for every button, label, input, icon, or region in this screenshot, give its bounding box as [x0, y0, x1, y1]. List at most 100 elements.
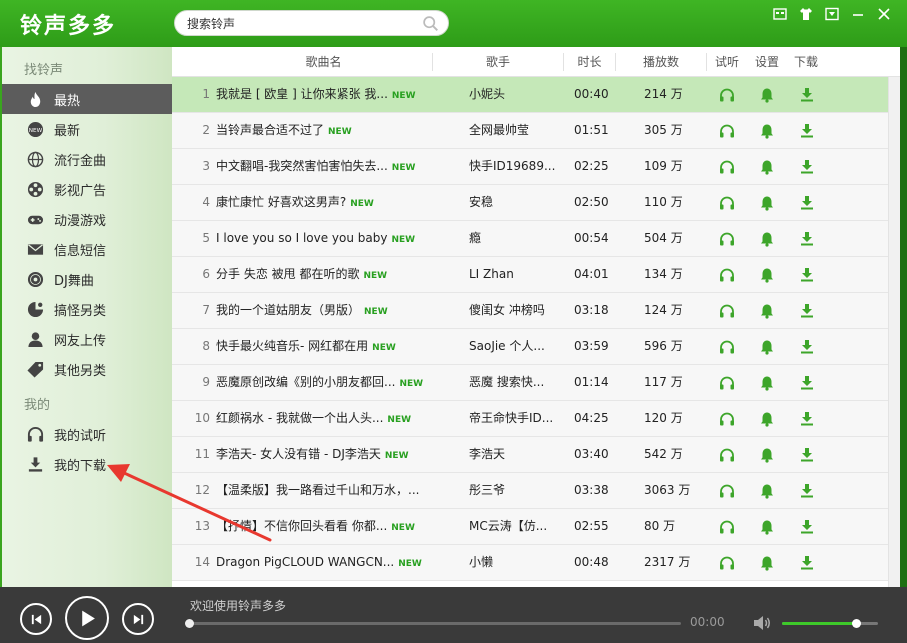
artist-name[interactable]: 小懒: [469, 545, 557, 581]
progress-knob[interactable]: [185, 619, 194, 628]
song-name[interactable]: 我的一个道姑朋友（男版） NEW: [216, 293, 436, 329]
set-ringtone-bell-icon[interactable]: [759, 267, 775, 283]
song-name[interactable]: 康忙康忙 好喜欢这男声? NEW: [216, 185, 436, 221]
header-song-name[interactable]: 歌曲名: [216, 47, 431, 77]
song-name[interactable]: 当铃声最合适不过了 NEW: [216, 113, 436, 149]
listen-headphones-icon[interactable]: [719, 195, 735, 211]
header-plays[interactable]: 播放数: [616, 47, 706, 77]
volume-icon[interactable]: [752, 613, 772, 633]
sidebar-item-my-listen[interactable]: 我的试听: [2, 419, 172, 449]
table-row[interactable]: 10 红颜祸水 - 我就做一个出人头... NEW 帝王命快手ID... 04:25 12…: [172, 401, 888, 437]
next-button[interactable]: [122, 603, 154, 635]
shirt-button[interactable]: [793, 5, 819, 23]
download-arrow-icon[interactable]: [799, 123, 815, 139]
set-ringtone-bell-icon[interactable]: [759, 339, 775, 355]
listen-headphones-icon[interactable]: [719, 555, 735, 571]
download-arrow-icon[interactable]: [799, 303, 815, 319]
artist-name[interactable]: 全网最帅莹: [469, 113, 557, 149]
set-ringtone-bell-icon[interactable]: [759, 375, 775, 391]
download-arrow-icon[interactable]: [799, 267, 815, 283]
song-name[interactable]: 红颜祸水 - 我就做一个出人头... NEW: [216, 401, 436, 437]
listen-headphones-icon[interactable]: [719, 303, 735, 319]
sidebar-item-film[interactable]: 影视广告: [2, 174, 172, 204]
song-name[interactable]: 【温柔版】我一路看过千山和万水，...: [216, 473, 436, 509]
song-name[interactable]: Dragon PigCLOUD WANGCN... NEW: [216, 545, 436, 581]
table-row[interactable]: 5 I love you so I love you baby NEW 瘾 00:54 5…: [172, 221, 888, 257]
search-input[interactable]: [187, 15, 417, 32]
table-row[interactable]: 13 【抒情】不信你回头看看 你都... NEW MC云涛【仿... 02:55 80 万: [172, 509, 888, 545]
set-ringtone-bell-icon[interactable]: [759, 195, 775, 211]
set-ringtone-bell-icon[interactable]: [759, 411, 775, 427]
set-ringtone-bell-icon[interactable]: [759, 483, 775, 499]
play-button[interactable]: [65, 596, 109, 640]
table-row[interactable]: 6 分手 失恋 被甩 都在听的歌 NEW LI Zhan 04:01 134 万: [172, 257, 888, 293]
artist-name[interactable]: 瘾: [469, 221, 557, 257]
sidebar-item-hot[interactable]: 最热: [2, 84, 172, 114]
set-ringtone-bell-icon[interactable]: [759, 159, 775, 175]
set-ringtone-bell-icon[interactable]: [759, 123, 775, 139]
listen-headphones-icon[interactable]: [719, 87, 735, 103]
table-row[interactable]: 7 我的一个道姑朋友（男版） NEW 傻闺女 冲榜吗 03:18 124 万: [172, 293, 888, 329]
sidebar-item-new[interactable]: NEW 最新: [2, 114, 172, 144]
download-arrow-icon[interactable]: [799, 87, 815, 103]
sidebar-item-my-download[interactable]: 我的下载: [2, 449, 172, 479]
volume-slider[interactable]: [782, 619, 878, 628]
minimize-button[interactable]: [845, 5, 871, 23]
sidebar-item-dj[interactable]: DJ舞曲: [2, 264, 172, 294]
close-button[interactable]: [871, 5, 897, 23]
listen-headphones-icon[interactable]: [719, 375, 735, 391]
set-ringtone-bell-icon[interactable]: [759, 447, 775, 463]
download-arrow-icon[interactable]: [799, 375, 815, 391]
sidebar-item-funny[interactable]: 搞怪另类: [2, 294, 172, 324]
download-arrow-icon[interactable]: [799, 231, 815, 247]
table-row[interactable]: 8 快手最火纯音乐- 网红都在用 NEW SaoJie 个人... 03:59 596 万: [172, 329, 888, 365]
artist-name[interactable]: 傻闺女 冲榜吗: [469, 293, 557, 329]
listen-headphones-icon[interactable]: [719, 411, 735, 427]
table-row[interactable]: 4 康忙康忙 好喜欢这男声? NEW 安稳 02:50 110 万: [172, 185, 888, 221]
volume-knob[interactable]: [851, 619, 861, 628]
sidebar-item-other[interactable]: 其他另类: [2, 354, 172, 384]
listen-headphones-icon[interactable]: [719, 267, 735, 283]
progress-bar[interactable]: [185, 619, 681, 628]
download-arrow-icon[interactable]: [799, 339, 815, 355]
search-icon[interactable]: [422, 15, 439, 32]
song-name[interactable]: 李浩天- 女人没有错 - DJ李浩天 NEW: [216, 437, 436, 473]
artist-name[interactable]: 李浩天: [469, 437, 557, 473]
artist-name[interactable]: LI Zhan: [469, 257, 557, 293]
artist-name[interactable]: 帝王命快手ID...: [469, 401, 557, 437]
download-arrow-icon[interactable]: [799, 195, 815, 211]
table-row[interactable]: 9 恶魔原创改编《别的小朋友都回... NEW 恶魔 搜索快... 01:14 117 万: [172, 365, 888, 401]
song-name[interactable]: 快手最火纯音乐- 网红都在用 NEW: [216, 329, 436, 365]
artist-name[interactable]: 恶魔 搜索快...: [469, 365, 557, 401]
set-ringtone-bell-icon[interactable]: [759, 231, 775, 247]
skin-button[interactable]: [767, 5, 793, 23]
download-arrow-icon[interactable]: [799, 159, 815, 175]
song-name[interactable]: 恶魔原创改编《别的小朋友都回... NEW: [216, 365, 436, 401]
sidebar-item-games[interactable]: 动漫游戏: [2, 204, 172, 234]
song-name[interactable]: 【抒情】不信你回头看看 你都... NEW: [216, 509, 436, 545]
artist-name[interactable]: 彤三爷: [469, 473, 557, 509]
listen-headphones-icon[interactable]: [719, 123, 735, 139]
artist-name[interactable]: 安稳: [469, 185, 557, 221]
download-arrow-icon[interactable]: [799, 519, 815, 535]
listen-headphones-icon[interactable]: [719, 519, 735, 535]
listen-headphones-icon[interactable]: [719, 159, 735, 175]
listen-headphones-icon[interactable]: [719, 231, 735, 247]
song-name[interactable]: I love you so I love you baby NEW: [216, 221, 436, 257]
download-arrow-icon[interactable]: [799, 411, 815, 427]
table-row[interactable]: 1 我就是 [ 欧皇 ] 让你来紧张 我... NEW 小妮头 00:40 214 万: [172, 77, 888, 113]
set-ringtone-bell-icon[interactable]: [759, 519, 775, 535]
listen-headphones-icon[interactable]: [719, 339, 735, 355]
vertical-scrollbar[interactable]: [888, 77, 900, 587]
sidebar-item-sms[interactable]: 信息短信: [2, 234, 172, 264]
download-arrow-icon[interactable]: [799, 555, 815, 571]
table-row[interactable]: 3 中文翻唱-我突然害怕害怕失去... NEW 快手ID19689... 02:25 10…: [172, 149, 888, 185]
artist-name[interactable]: MC云涛【仿...: [469, 509, 557, 545]
sidebar-item-pop[interactable]: 流行金曲: [2, 144, 172, 174]
sidebar-item-upload[interactable]: 网友上传: [2, 324, 172, 354]
download-arrow-icon[interactable]: [799, 447, 815, 463]
artist-name[interactable]: 小妮头: [469, 77, 557, 113]
download-arrow-icon[interactable]: [799, 483, 815, 499]
previous-button[interactable]: [20, 603, 52, 635]
song-name[interactable]: 我就是 [ 欧皇 ] 让你来紧张 我... NEW: [216, 77, 436, 113]
